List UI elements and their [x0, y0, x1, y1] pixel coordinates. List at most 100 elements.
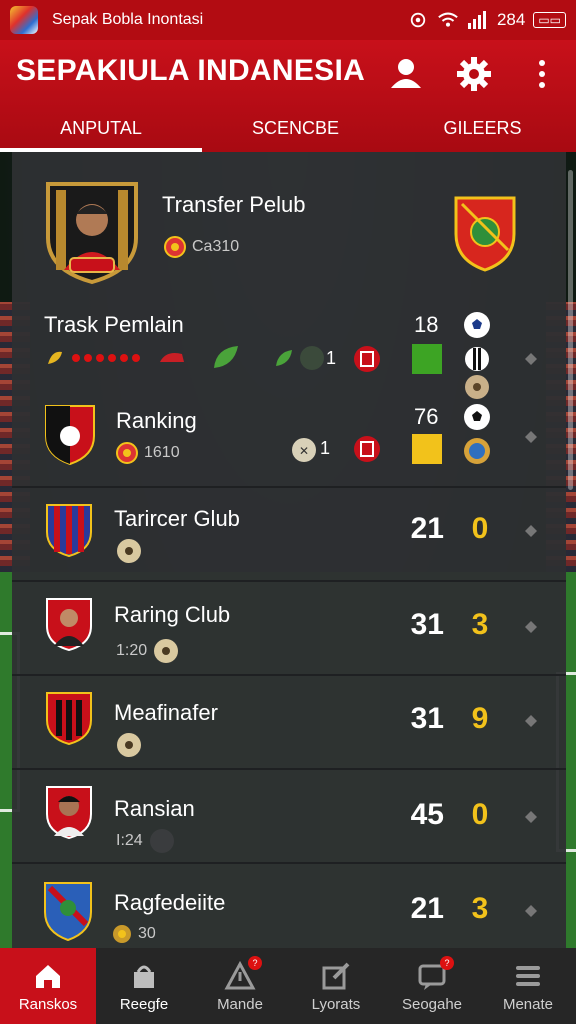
- settings-button[interactable]: [454, 54, 494, 94]
- match-time: 30: [138, 925, 156, 942]
- score-away: 3: [471, 608, 489, 641]
- notification-badge: ?: [248, 955, 262, 970]
- tab-bar: ANPUTAL SCENCBE GILEERS: [0, 106, 576, 152]
- score-away: 0: [471, 798, 489, 831]
- nav-lyorats[interactable]: Lyorats: [288, 948, 384, 1024]
- notification-icon: [410, 12, 426, 28]
- menu-icon: [516, 965, 540, 986]
- soccer-ball-icon: [464, 404, 490, 430]
- leaf-icon: [214, 346, 238, 368]
- chevron-right-icon: [525, 353, 537, 365]
- ranking-count-b: 1: [320, 438, 331, 458]
- status-bar: Sepak Bobla Inontasi 284 ▭▭: [0, 0, 576, 40]
- featured-title: Transfer Pelub: [162, 192, 306, 217]
- club-crest-icon: [45, 405, 95, 466]
- nav-label: Reegfe: [119, 995, 169, 1013]
- match-row[interactable]: Tarircer Glub 21 0: [12, 488, 566, 580]
- status-time: 284: [496, 10, 526, 29]
- player-portrait-icon: [46, 182, 138, 285]
- nav-label: Lyorats: [311, 995, 361, 1013]
- soccer-ball-icon: [464, 312, 490, 338]
- nav-ranskos[interactable]: Ranskos: [0, 948, 96, 1024]
- progress-dots-icon: [48, 351, 184, 364]
- yellow-card-icon: [412, 434, 442, 464]
- token-icon: [300, 346, 324, 370]
- app-bar: SEPAKIULA INDANESIA ANPUTAL SCENCBE GILE…: [0, 40, 576, 152]
- featured-card[interactable]: Transfer Pelub Ca310: [12, 170, 566, 290]
- score-away: 0: [471, 512, 489, 545]
- match-name: Ransian: [114, 796, 195, 821]
- svg-text:✕: ✕: [299, 444, 309, 458]
- profile-button[interactable]: [386, 54, 426, 94]
- signal-icon: [467, 11, 486, 29]
- gear-icon: [457, 57, 491, 91]
- track-title: Trask Pemlain: [44, 312, 184, 337]
- club-crest-icon: [44, 882, 92, 942]
- home-icon: [36, 964, 60, 988]
- striped-ball-icon: [465, 347, 489, 371]
- nav-seogahe[interactable]: ? Seogahe: [384, 948, 480, 1024]
- wifi-icon: [438, 12, 458, 27]
- score-away: 3: [471, 892, 489, 925]
- more-options-button[interactable]: [522, 54, 562, 94]
- club-crest-icon: [46, 692, 92, 746]
- ranking-sub: 1610: [144, 444, 180, 461]
- tab-anputal[interactable]: ANPUTAL: [0, 106, 202, 152]
- coin-icon: [164, 236, 186, 258]
- chevron-right-icon: [525, 715, 537, 727]
- match-name: Ragfedeiite: [114, 890, 226, 915]
- match-time: I:24: [116, 832, 143, 849]
- chevron-right-icon: [525, 621, 537, 633]
- match-name: Tarircer Glub: [114, 506, 240, 531]
- score-home: 31: [410, 608, 444, 641]
- nav-label: Seogahe: [401, 995, 463, 1013]
- match-row[interactable]: Ragfedeiite 30 21 3: [12, 864, 566, 948]
- app-title: SEPAKIULA INDANESIA: [16, 54, 366, 87]
- token-icon: [149, 829, 174, 853]
- leaf-small-icon: [276, 350, 292, 366]
- score-away: 9: [471, 702, 489, 735]
- chevron-right-icon: [525, 525, 537, 537]
- chevron-right-icon: [525, 905, 537, 917]
- nav-menate[interactable]: Menate: [480, 948, 576, 1024]
- more-vertical-icon: [539, 60, 545, 88]
- badge-icon: [354, 346, 380, 372]
- shop-icon: [134, 965, 154, 988]
- nav-label: Mande: [217, 995, 263, 1013]
- ranking-row[interactable]: Ranking 1610 ✕ 1 76: [12, 375, 566, 486]
- scrollbar[interactable]: [568, 170, 573, 490]
- coin-icon: [116, 442, 138, 464]
- chevron-right-icon: [525, 431, 537, 443]
- tab-scencbe[interactable]: SCENCBE: [202, 106, 389, 152]
- match-name: Meafinafer: [114, 700, 218, 725]
- edit-icon: [322, 962, 350, 989]
- badge-icon: [354, 436, 380, 462]
- soccer-ball-icon: [117, 733, 141, 757]
- status-app-title: Sepak Bobla Inontasi: [52, 11, 204, 28]
- match-row[interactable]: Ransian I:24 45 0: [12, 770, 566, 862]
- match-row[interactable]: Raring Club 1:20 31 3: [12, 582, 566, 674]
- nav-reegfe[interactable]: Reegfe: [96, 948, 192, 1024]
- featured-value: Ca310: [192, 238, 240, 255]
- track-count-b: 1: [326, 348, 337, 368]
- nav-label: Menate: [502, 995, 554, 1013]
- chevron-right-icon: [525, 811, 537, 823]
- match-name: Raring Club: [114, 602, 231, 627]
- token-icon: ✕: [292, 438, 316, 462]
- coin-icon: [113, 925, 131, 943]
- club-crest-icon: [454, 196, 516, 272]
- score-home: 45: [410, 798, 444, 831]
- match-row[interactable]: Meafinafer 31 9: [12, 676, 566, 768]
- nav-mande[interactable]: ? Mande: [192, 948, 288, 1024]
- player-crest-icon: [46, 786, 92, 840]
- score-home: 31: [410, 702, 444, 735]
- green-card-icon: [412, 344, 442, 374]
- score-home: 21: [410, 512, 444, 545]
- player-crest-icon: [46, 598, 92, 652]
- soccer-ball-icon: [465, 375, 489, 399]
- nav-label: Ranskos: [18, 995, 78, 1013]
- match-time: 1:20: [116, 642, 148, 659]
- team-badge-icon: [464, 438, 490, 464]
- tab-gileers[interactable]: GILEERS: [389, 106, 576, 152]
- notification-badge: ?: [440, 955, 454, 970]
